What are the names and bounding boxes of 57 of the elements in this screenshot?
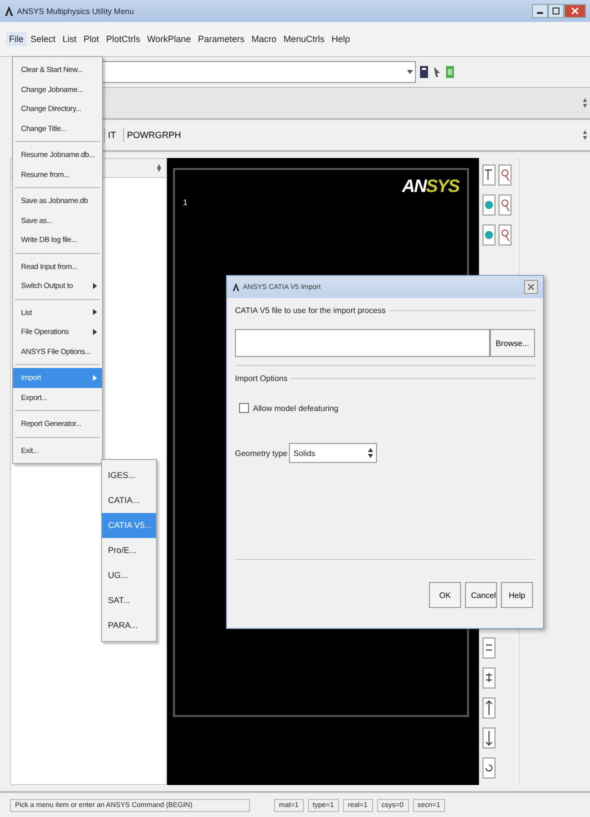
browse-button[interactable]: Browse... [490, 329, 535, 357]
checkbox-label: Allow model defeaturing [253, 404, 338, 412]
menu-item[interactable]: Pro/E... [102, 538, 156, 563]
spinner-arrows-icon [368, 448, 374, 458]
dialog-button[interactable]: OK [429, 582, 461, 608]
menu-item[interactable]: File [6, 32, 27, 46]
scroll-arrow-icon[interactable] [582, 97, 588, 109]
menu-item[interactable]: List [60, 32, 80, 46]
maximize-icon [552, 7, 560, 15]
logo: ANSYS [402, 176, 459, 197]
menu-item[interactable]: PARA... [102, 613, 156, 638]
menu-item[interactable]: WorkPlane [144, 32, 194, 46]
submenu-arrow-icon [93, 309, 97, 316]
close-icon [571, 7, 579, 15]
menu-item[interactable]: SAT... [102, 588, 156, 613]
minimize-button[interactable] [532, 4, 548, 18]
dropdown-arrow-icon [407, 70, 413, 74]
geometry-type-select[interactable]: Solids [289, 443, 378, 463]
menu-item[interactable]: CATIA... [102, 488, 156, 513]
maximize-button[interactable] [548, 4, 564, 18]
menu-item[interactable]: Macro [248, 32, 280, 46]
text-icon[interactable] [419, 65, 429, 79]
zoom-icon[interactable] [498, 224, 512, 246]
command-input[interactable] [100, 61, 416, 83]
menu-item[interactable]: Plot [80, 32, 102, 46]
menu-item[interactable]: Parameters [194, 32, 248, 46]
dialog-button[interactable]: Cancel [465, 582, 497, 608]
field-label: Geometry type [235, 448, 288, 458]
app-icon [4, 5, 14, 17]
close-icon [528, 284, 534, 290]
submenu-arrow-icon [93, 282, 97, 289]
menu-item[interactable]: Help [328, 32, 354, 46]
dialog-button[interactable]: Help [501, 582, 533, 608]
window-number: 1 [183, 198, 188, 207]
zoom-icon[interactable] [498, 194, 512, 216]
pointer-icon[interactable] [432, 65, 442, 79]
collapse-icon[interactable] [156, 163, 162, 173]
menu-item[interactable]: UG... [102, 563, 156, 588]
group-label: CATIA V5 file to use for the import process [235, 306, 386, 315]
file-path-field[interactable] [235, 329, 490, 357]
scroll-arrow-icon[interactable] [582, 129, 588, 141]
close-button[interactable] [524, 280, 538, 294]
window-title: ANSYS Multiphysics Utility Menu [17, 6, 134, 16]
rotate-icon[interactable] [482, 757, 496, 779]
checkbox[interactable] [239, 403, 249, 413]
app-icon [232, 282, 240, 292]
menu-item[interactable]: PlotCtrls [103, 32, 144, 46]
close-button[interactable] [564, 4, 586, 18]
submenu-arrow-icon [93, 328, 97, 335]
toolbar-button[interactable]: POWRGRPH [123, 128, 184, 142]
toolbar-button[interactable]: IT [104, 128, 119, 142]
zoom-icon[interactable] [498, 164, 512, 186]
menu-item[interactable]: Select [28, 32, 59, 46]
menu-item[interactable]: MenuCtrls [280, 32, 328, 46]
menu-item[interactable]: IGES... [102, 463, 156, 488]
group-label: Import Options [235, 374, 288, 383]
submenu-arrow-icon [93, 374, 97, 381]
